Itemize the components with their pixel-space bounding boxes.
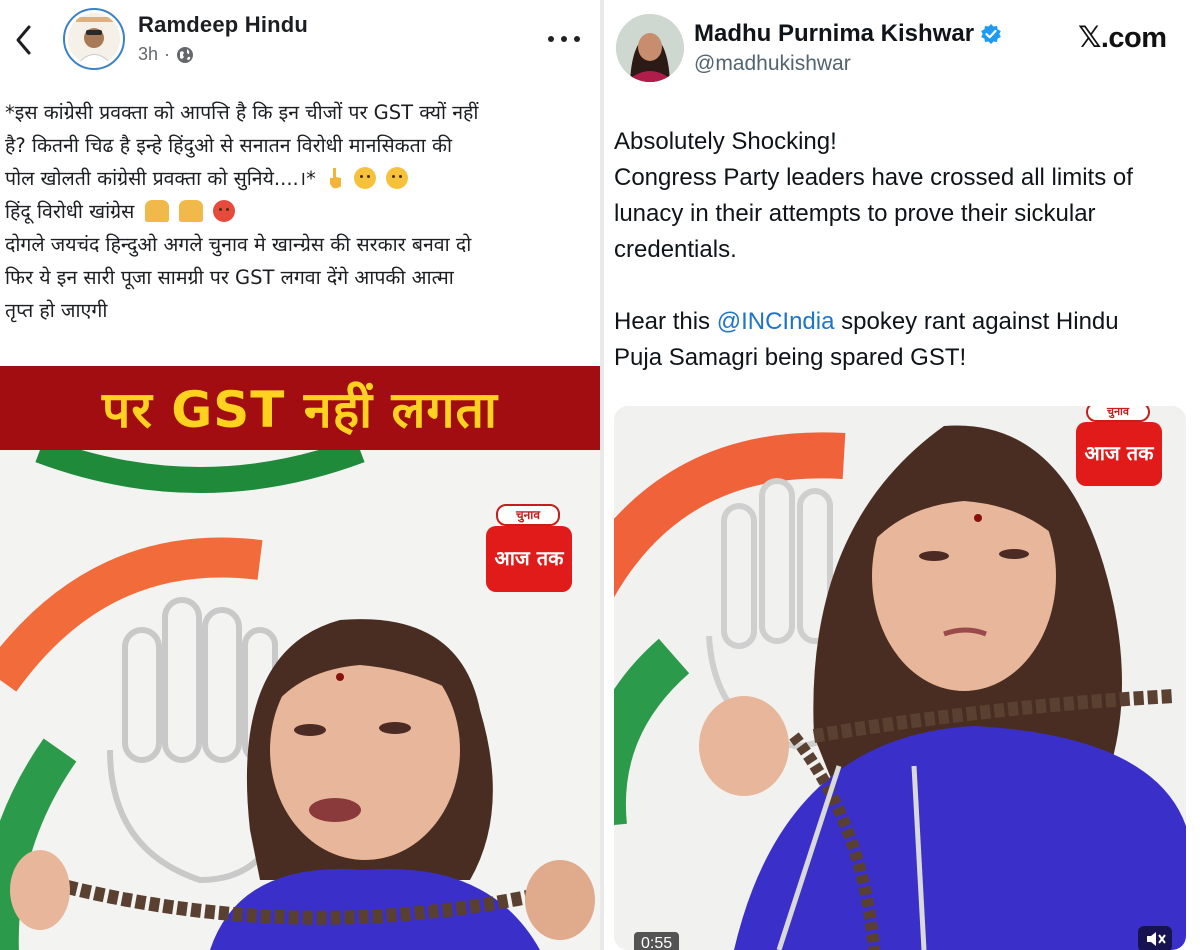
tweet-text-line: credentials.	[614, 236, 737, 263]
more-options-button[interactable]	[544, 24, 584, 54]
author-name[interactable]: Madhu Purnima Kishwar	[694, 20, 1002, 48]
dot-icon	[548, 36, 554, 42]
profile-photo	[616, 14, 684, 82]
post-header: Ramdeep Hindu 3h ·	[0, 0, 600, 80]
meta-separator: ·	[164, 44, 171, 64]
tweet-text-line: lunacy in their attempts to prove their …	[614, 200, 1096, 227]
tweet-text: Absolutely Shocking! Congress Party lead…	[614, 124, 1194, 376]
dot-icon	[561, 36, 567, 42]
flushed-face-emoji-icon	[386, 167, 409, 189]
volume-icon	[1147, 932, 1166, 946]
x-logo: 𝕏.com	[1078, 22, 1167, 54]
post-text-line: फिर ये इन सारी पूजा सामग्री पर GST लगवा …	[5, 266, 454, 289]
tweet-text-line: Hear this @INCIndia spokey rant against …	[614, 308, 1119, 335]
channel-logo-top: चुनाव	[1086, 406, 1150, 422]
post-text-line: दोगले जयचंद हिन्दुओ अगले चुनाव मे खान्ग्…	[5, 233, 472, 256]
banner-text: पर GST नहीं लगता	[102, 381, 498, 439]
pointing-hand-emoji-icon	[326, 166, 344, 189]
globe-icon[interactable]	[176, 46, 194, 64]
channel-logo: चुनाव आज तक	[486, 504, 578, 596]
avatar[interactable]	[616, 14, 684, 82]
video-time-badge: 0:55	[634, 932, 680, 950]
tweet-text-line: Congress Party leaders have crossed all …	[614, 164, 1133, 191]
tweet-text-line: Absolutely Shocking!	[614, 128, 837, 155]
thinking-face-emoji-icon	[354, 167, 377, 189]
post-text-line: पोल खोलती कांग्रेसी प्रवक्ता को सुनिये..…	[5, 162, 595, 195]
author-name[interactable]: Ramdeep Hindu	[138, 12, 308, 38]
avatar[interactable]	[63, 8, 125, 70]
post-text: *इस कांग्रेसी प्रवक्ता को आपत्ति है कि इ…	[5, 96, 595, 327]
post-video[interactable]: पर GST नहीं लगता चुनाव आज तक	[0, 366, 600, 950]
post-text-line: *इस कांग्रेसी प्रवक्ता को आपत्ति है कि इ…	[5, 101, 479, 124]
channel-logo-main: आज तक	[486, 526, 572, 592]
author-handle[interactable]: @madhukishwar	[694, 52, 851, 76]
chevron-left-icon	[16, 25, 31, 55]
tweet-video[interactable]: चुनाव आज तक 0:55	[614, 406, 1186, 950]
dot-icon	[574, 36, 580, 42]
x-post-panel: Madhu Purnima Kishwar @madhukishwar 𝕏.co…	[604, 0, 1200, 950]
mute-button[interactable]	[1138, 926, 1172, 950]
post-text-line: तृप्त हो जाएगी	[5, 299, 108, 322]
back-button[interactable]	[10, 22, 38, 58]
verified-badge-icon	[981, 24, 1001, 44]
tweet-text-line: Puja Samagri being spared GST!	[614, 344, 967, 371]
angry-face-emoji-icon	[212, 200, 235, 222]
channel-logo-top: चुनाव	[496, 504, 560, 526]
post-time: 3h	[138, 44, 159, 64]
channel-logo: चुनाव आज तक	[1076, 406, 1170, 490]
mention-link[interactable]: @INCIndia	[717, 308, 835, 335]
profile-photo	[68, 13, 120, 65]
channel-logo-main: आज तक	[1076, 422, 1162, 486]
video-banner: पर GST नहीं लगता	[0, 366, 600, 450]
post-meta: 3h ·	[138, 44, 194, 65]
shrugging-emoji-icon	[178, 200, 203, 222]
facebook-post-panel: Ramdeep Hindu 3h · *इस कांग्रेसी प्रवक्त…	[0, 0, 600, 950]
post-text-line: है? कितनी चिढ है इन्हे हिंदुओ से सनातन व…	[5, 134, 453, 157]
shrugging-emoji-icon	[144, 200, 169, 222]
post-text-line: हिंदू विरोधी खांग्रेस	[5, 195, 595, 228]
